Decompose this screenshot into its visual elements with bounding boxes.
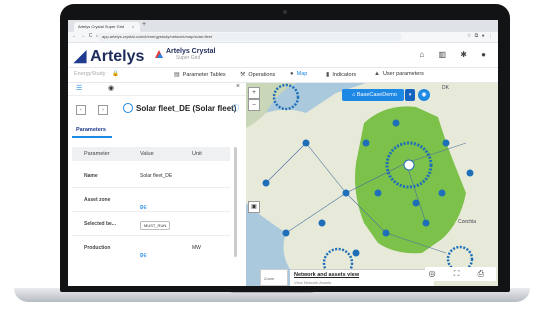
asset-header: ‹ › Solar fleet_DE (Solar fleet) ⓘ bbox=[68, 97, 246, 123]
toolbar-operations[interactable]: ⚒ Operations bbox=[240, 71, 275, 78]
laptop-screen: Artelys Crystal Super Grid × + ← → C ⌂ a… bbox=[68, 20, 498, 286]
table-row: Name Solar fleet_DE bbox=[72, 165, 230, 188]
eye-icon[interactable]: ◉ bbox=[418, 89, 430, 101]
info-icon[interactable]: ⓘ bbox=[232, 103, 239, 113]
table-row: Asset zone ⚲ DE bbox=[72, 189, 230, 212]
params-table-header: Parameter Value Unit bbox=[72, 147, 230, 161]
toolbar-parameter-tables[interactable]: ▤ Parameter Tables bbox=[174, 71, 226, 78]
new-tab-icon[interactable]: + bbox=[142, 21, 146, 28]
energy-study-label[interactable]: EnergyStudy bbox=[74, 71, 106, 77]
brand-name: Artelys bbox=[90, 48, 145, 65]
toolbar-indicators[interactable]: ▮ Indicators bbox=[326, 71, 356, 78]
artelys-logo[interactable]: ◢ Artelys bbox=[74, 46, 144, 66]
next-asset-button[interactable]: › bbox=[98, 105, 108, 115]
col-parameter: Parameter bbox=[84, 151, 110, 157]
bar-chart-icon: ▮ bbox=[326, 72, 330, 78]
product-subtitle: Super Grid bbox=[176, 55, 201, 61]
browser-extension-icons[interactable]: ☆ ⧉ ● ⋮ bbox=[467, 33, 494, 39]
product-name: Artelys Crystal bbox=[166, 48, 216, 55]
app-header: ◢ Artelys Artelys Crystal Super Grid ⌂ ▥… bbox=[68, 43, 498, 68]
main-toolbar: EnergyStudy 🔒 ▤ Parameter Tables ⚒ Operati… bbox=[68, 68, 498, 83]
layers-icon[interactable]: ◉ bbox=[108, 84, 114, 92]
table-row: Selected be... MUST_RUN bbox=[72, 213, 230, 236]
url-field[interactable]: app.artelys-crystal.com/#/energystudy/ne… bbox=[98, 33, 402, 41]
network-map[interactable]: DK Czechia ⌂ BaseCaseDemo ▾ ◉ + – ▣ Zoom… bbox=[246, 83, 498, 286]
col-value: Value bbox=[140, 151, 154, 157]
asset-panel: ☰ ◉ × ‹ › Solar fleet_DE (Solar fleet) ⓘ… bbox=[68, 83, 247, 286]
tab-close-icon[interactable]: × bbox=[132, 22, 134, 32]
toolbar-map[interactable]: ● Map bbox=[290, 71, 307, 77]
crystal-logo-icon bbox=[155, 50, 163, 58]
prev-asset-button[interactable]: ‹ bbox=[76, 105, 86, 115]
col-unit: Unit bbox=[192, 151, 202, 157]
layers-toggle-icon[interactable]: ▣ bbox=[248, 201, 260, 213]
tab-parameters[interactable]: Parameters bbox=[76, 127, 106, 133]
lock-icon: 🔒 bbox=[112, 71, 119, 77]
zoom-select[interactable]: Zoom bbox=[260, 269, 288, 286]
browser-tab-title: Artelys Crystal Super Grid bbox=[78, 24, 125, 29]
zoom-in-button[interactable]: + bbox=[248, 87, 260, 99]
panel-tabs: ☰ ◉ × bbox=[68, 83, 246, 96]
scenario-button[interactable]: ⌂ BaseCaseDemo bbox=[342, 89, 404, 101]
header-actions-icons[interactable]: ⌂ ▥ ✱ ● bbox=[419, 50, 492, 59]
table-row: Production ⚲ DE MW bbox=[84, 245, 201, 259]
selection-chip[interactable]: MUST_RUN bbox=[140, 221, 171, 230]
chevron-down-icon[interactable]: ▾ bbox=[405, 89, 415, 101]
hammer-icon: ⚒ bbox=[240, 72, 246, 78]
tab-underline bbox=[72, 136, 112, 138]
address-bar: ← → C ⌂ app.artelys-crystal.com/#/energy… bbox=[68, 32, 498, 43]
camera-dot bbox=[283, 10, 287, 14]
asset-title: Solar fleet_DE (Solar fleet) bbox=[136, 104, 237, 113]
browser-nav-icons[interactable]: ← → C ⌂ bbox=[72, 33, 100, 39]
panel-scrollbar[interactable] bbox=[234, 147, 237, 257]
user-icon: ▲ bbox=[374, 71, 380, 77]
layer-subtitle: View Network Assets bbox=[294, 280, 332, 285]
zoom-out-button[interactable]: – bbox=[248, 99, 260, 111]
map-view-controls[interactable]: ◎ ⛶ ⎙ bbox=[424, 267, 496, 281]
globe-icon: ● bbox=[290, 71, 294, 77]
close-icon[interactable]: × bbox=[236, 83, 240, 90]
map-canvas[interactable] bbox=[246, 83, 498, 286]
map-label: Czechia bbox=[458, 219, 477, 225]
list-icon[interactable]: ☰ bbox=[76, 84, 82, 92]
map-label: DK bbox=[442, 85, 449, 91]
home-icon: ⌂ bbox=[352, 92, 356, 98]
browser-tab-strip: Artelys Crystal Super Grid × + bbox=[68, 20, 498, 32]
solar-icon bbox=[123, 103, 133, 113]
table-icon: ▤ bbox=[174, 72, 180, 78]
layer-selector[interactable]: Network and assets view View Network Ass… bbox=[290, 269, 434, 286]
browser-tab[interactable]: Artelys Crystal Super Grid × bbox=[74, 22, 140, 32]
toolbar-user-parameters[interactable]: ▲ User parameters bbox=[374, 71, 424, 77]
layer-title: Network and assets view bbox=[294, 272, 360, 278]
